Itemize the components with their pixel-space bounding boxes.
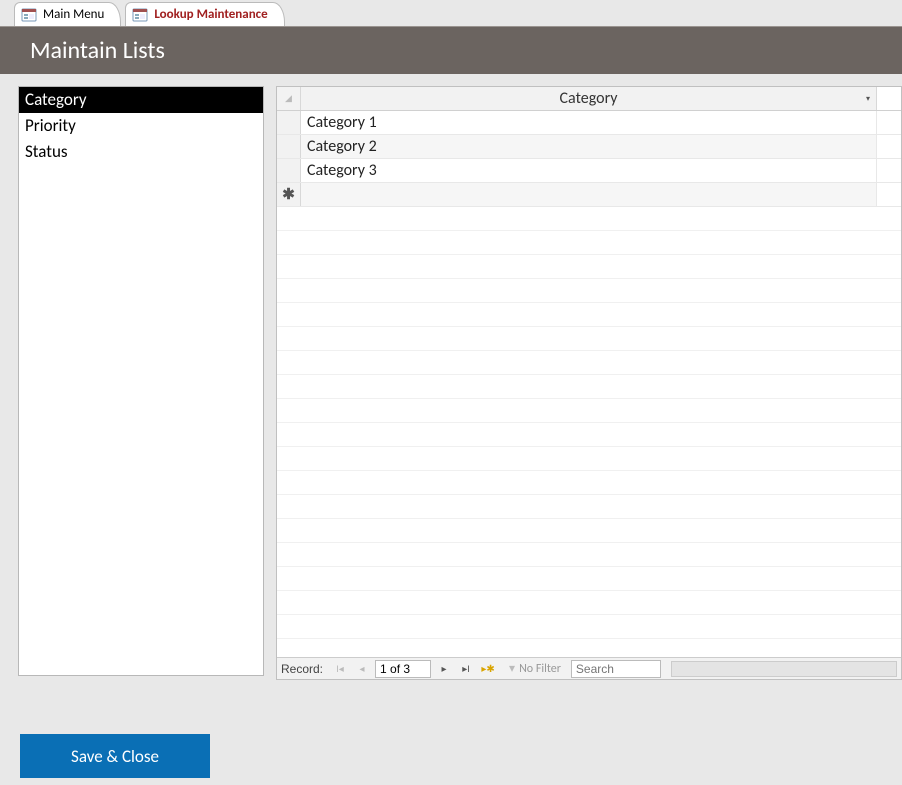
- sidebar-item-status[interactable]: Status: [19, 139, 263, 165]
- horizontal-scrollbar[interactable]: [671, 661, 897, 677]
- row-selector[interactable]: [277, 159, 301, 182]
- form-icon: [21, 7, 37, 23]
- page-title: Maintain Lists: [30, 36, 165, 65]
- record-search-input[interactable]: [571, 660, 661, 678]
- new-record-row[interactable]: ✱: [277, 183, 901, 207]
- sidebar-item-priority[interactable]: Priority: [19, 113, 263, 139]
- grid-gap: [877, 111, 901, 134]
- nav-next-button[interactable]: ▸: [435, 660, 453, 678]
- cell-category[interactable]: Category 1: [301, 111, 877, 134]
- last-icon: ▸I: [462, 662, 470, 675]
- sidebar-item-label: Status: [25, 141, 68, 162]
- prev-icon: ◂: [360, 662, 365, 675]
- first-icon: I◂: [336, 662, 344, 675]
- filter-label: No Filter: [519, 662, 561, 676]
- grid-gap: [877, 87, 901, 110]
- tab-main-menu[interactable]: Main Menu: [14, 2, 121, 26]
- grid-gap: [877, 183, 901, 206]
- page-header: Maintain Lists: [0, 26, 902, 74]
- select-all-cell[interactable]: ◢: [277, 87, 301, 110]
- filter-indicator[interactable]: ▾ No Filter: [509, 661, 561, 676]
- column-header-label: Category: [560, 89, 618, 108]
- new-icon: ▸✱: [481, 662, 494, 675]
- cell-category[interactable]: Category 3: [301, 159, 877, 182]
- work-area: Category Priority Status ◢ Category ▾ Ca…: [0, 74, 902, 680]
- column-dropdown-icon[interactable]: ▾: [866, 94, 870, 104]
- table-row[interactable]: Category 1: [277, 111, 901, 135]
- tab-label: Lookup Maintenance: [154, 7, 267, 22]
- nav-first-button[interactable]: I◂: [331, 660, 349, 678]
- row-selector-new[interactable]: ✱: [277, 183, 301, 206]
- record-position-input[interactable]: [375, 660, 431, 678]
- nav-new-button[interactable]: ▸✱: [479, 660, 497, 678]
- tab-label: Main Menu: [43, 7, 104, 22]
- nav-last-button[interactable]: ▸I: [457, 660, 475, 678]
- record-navigator: Record: I◂ ◂ ▸ ▸I ▸✱ ▾ No Filter: [277, 657, 901, 679]
- row-selector[interactable]: [277, 111, 301, 134]
- table-row[interactable]: Category 2: [277, 135, 901, 159]
- column-header-category[interactable]: Category ▾: [301, 87, 877, 110]
- save-button-label: Save & Close: [71, 746, 159, 767]
- table-row[interactable]: Category 3: [277, 159, 901, 183]
- cell-category[interactable]: Category 2: [301, 135, 877, 158]
- grid-body: Category 1 Category 2 Category 3: [277, 111, 901, 657]
- next-icon: ▸: [442, 662, 447, 675]
- sidebar-item-label: Category: [25, 89, 87, 110]
- sidebar-item-category[interactable]: Category: [19, 87, 263, 113]
- cell-value: Category 1: [307, 113, 377, 132]
- cell-value: Category 2: [307, 137, 377, 156]
- sidebar-item-label: Priority: [25, 115, 76, 136]
- nav-prev-button[interactable]: ◂: [353, 660, 371, 678]
- grid-header-row: ◢ Category ▾: [277, 87, 901, 111]
- tab-bar: Main Menu Lookup Maintenance: [0, 0, 902, 26]
- cell-category-new[interactable]: [301, 183, 877, 206]
- filter-icon: ▾: [509, 661, 515, 676]
- grid-gap: [877, 159, 901, 182]
- grid-gap: [877, 135, 901, 158]
- record-label: Record:: [281, 662, 323, 676]
- new-record-icon: ✱: [282, 185, 295, 204]
- save-and-close-button[interactable]: Save & Close: [20, 734, 210, 778]
- tab-lookup-maintenance[interactable]: Lookup Maintenance: [125, 2, 284, 26]
- cell-value: Category 3: [307, 161, 377, 180]
- form-icon: [132, 7, 148, 23]
- lookup-type-list[interactable]: Category Priority Status: [18, 86, 264, 676]
- datasheet-grid: ◢ Category ▾ Category 1 Category 2: [276, 86, 902, 680]
- select-all-icon: ◢: [285, 93, 292, 104]
- row-selector[interactable]: [277, 135, 301, 158]
